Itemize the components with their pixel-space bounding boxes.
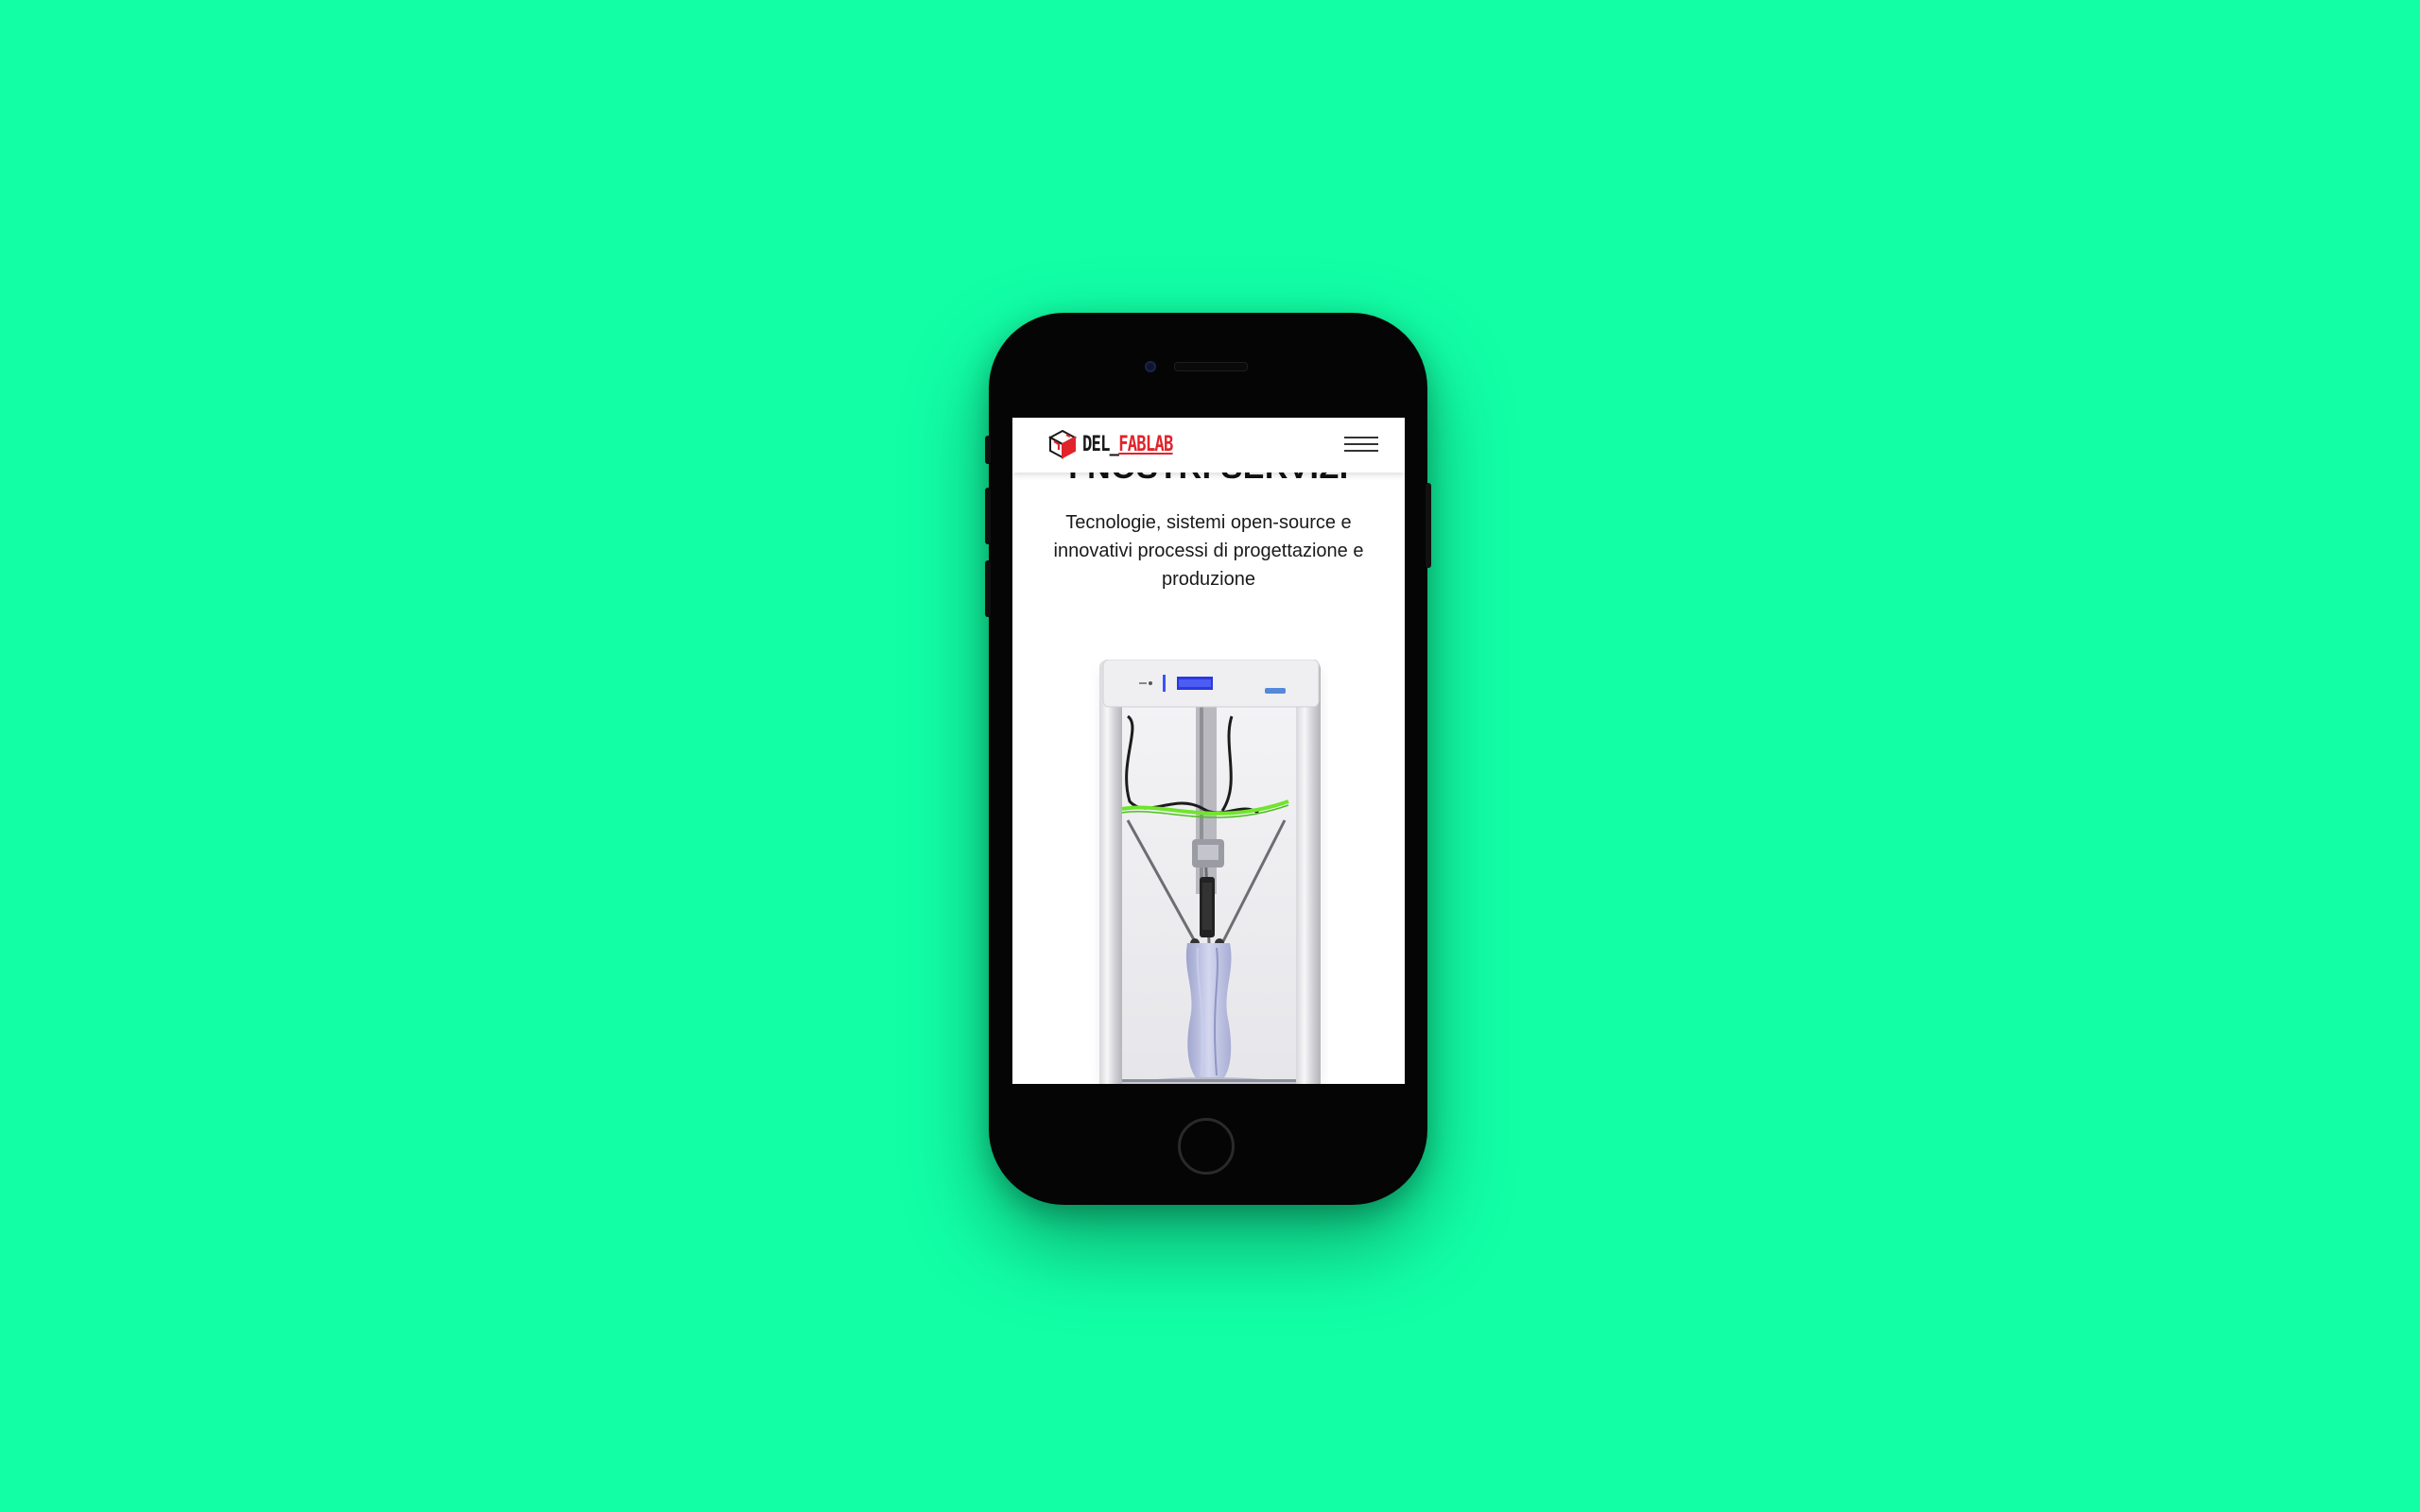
- logo-suffix: FABLAB: [1118, 432, 1173, 456]
- site-logo[interactable]: DEL_FABLAB: [1046, 427, 1198, 461]
- phone-screen: DEL_FABLAB I NOSTRI SERVIZI Tecnologie, …: [1012, 418, 1405, 1084]
- home-button[interactable]: [1178, 1118, 1235, 1175]
- menu-bar: [1344, 450, 1378, 452]
- menu-bar: [1344, 443, 1378, 445]
- menu-bar: [1344, 437, 1378, 438]
- phone-mockup: DEL_FABLAB I NOSTRI SERVIZI Tecnologie, …: [985, 313, 1431, 1205]
- power-button: [1426, 483, 1431, 568]
- 3d-printer-image: [1099, 660, 1322, 1084]
- mute-switch: [985, 436, 991, 464]
- volume-up-button: [985, 488, 991, 544]
- front-camera: [1145, 361, 1156, 372]
- hamburger-menu-icon[interactable]: [1344, 437, 1378, 455]
- volume-down-button: [985, 560, 991, 617]
- logo-prefix: DEL_: [1082, 432, 1119, 456]
- site-header: DEL_FABLAB: [1012, 418, 1405, 472]
- cube-logo-icon: [1047, 429, 1078, 459]
- logo-wordmark: DEL_FABLAB: [1082, 433, 1173, 456]
- earpiece-speaker: [1174, 362, 1248, 371]
- section-subtitle: Tecnologie, sistemi open-source e innova…: [1053, 512, 1364, 590]
